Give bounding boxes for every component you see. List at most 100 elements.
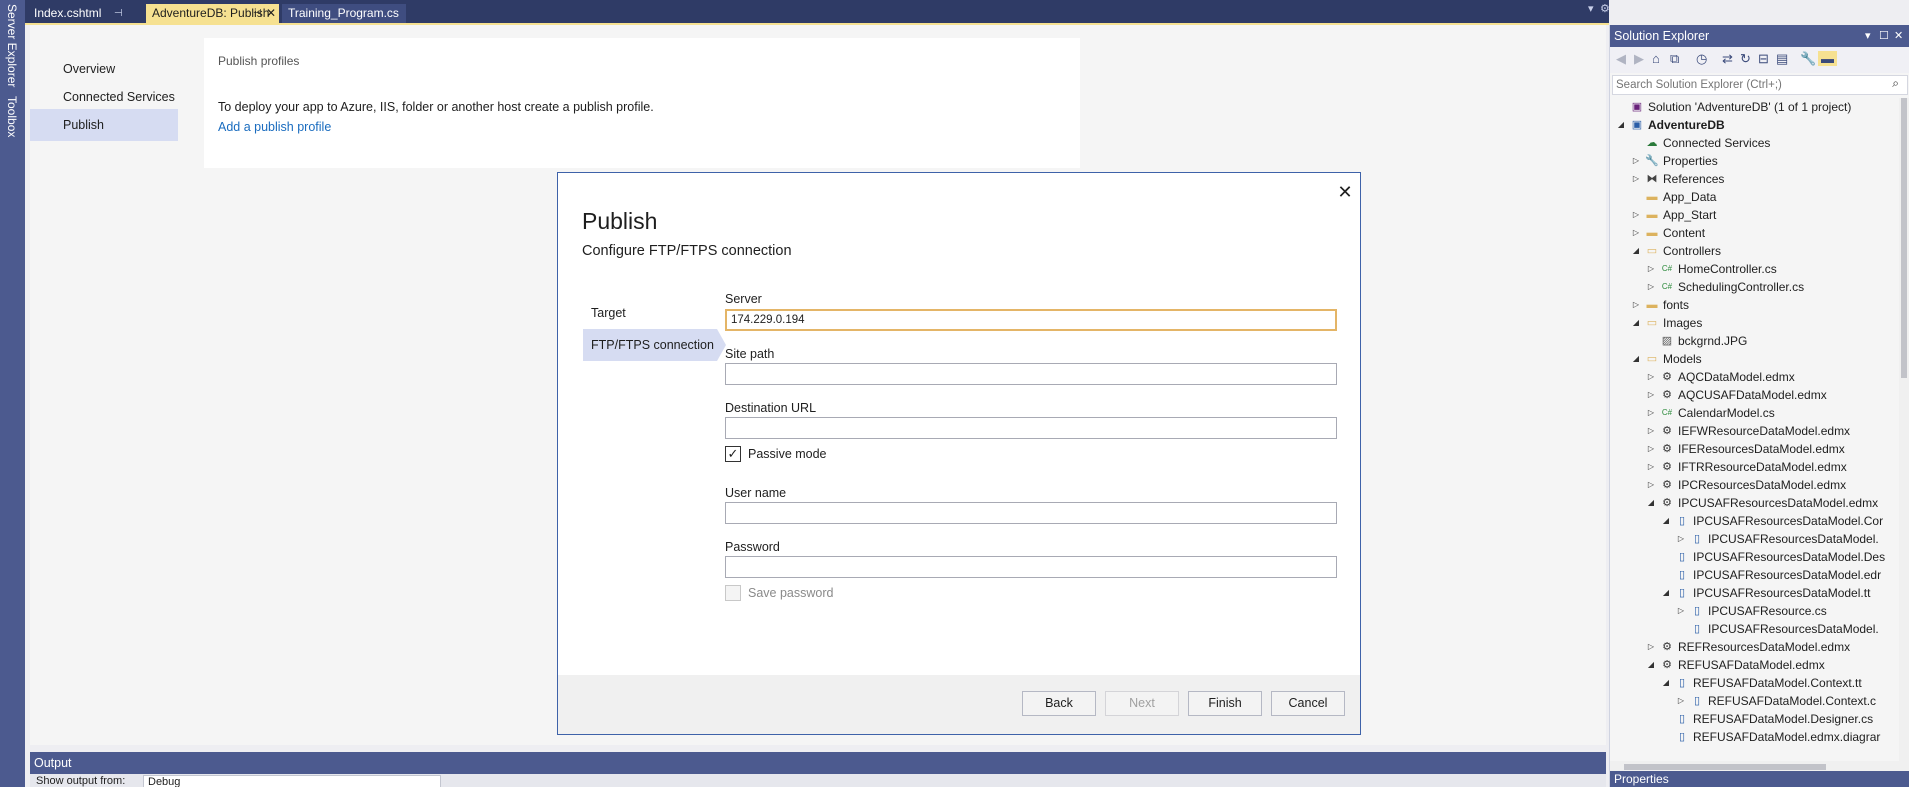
close-icon[interactable]: ✕ [266,4,276,23]
tree-item[interactable]: ▯ REFUSAFDataModel.edmx.diagrar [1610,728,1900,746]
server-explorer-tab[interactable]: Server Explorer [5,4,19,87]
expand-arrow-icon[interactable]: ▷ [1646,458,1656,476]
expand-arrow-icon[interactable]: ▷ [1646,476,1656,494]
collapse-arrow-icon[interactable]: ◢ [1646,656,1656,674]
expand-arrow-icon[interactable]: ▷ [1631,170,1641,188]
tree-item[interactable]: ▬ App_Data [1610,188,1900,206]
expand-arrow-icon[interactable]: ▷ [1646,404,1656,422]
show-all-files-icon[interactable]: ▤ [1776,51,1788,67]
tree-item[interactable]: ◢ ▭ Models [1610,350,1900,368]
tree-item[interactable]: ☁ Connected Services [1610,134,1900,152]
expand-arrow-icon[interactable]: ▷ [1631,206,1641,224]
destination-url-input[interactable] [725,417,1337,439]
dropdown-icon[interactable]: ▾ [1865,25,1871,47]
collapse-arrow-icon[interactable]: ◢ [1616,116,1626,134]
search-icon[interactable]: ⌕ [1892,76,1899,91]
switch-views-icon[interactable]: ⧉ [1670,51,1679,67]
show-output-from-select[interactable]: Debug [143,775,441,787]
collapse-arrow-icon[interactable]: ◢ [1631,350,1641,368]
expand-arrow-icon[interactable]: ▷ [1646,440,1656,458]
expand-arrow-icon[interactable]: ▷ [1646,260,1656,278]
expand-arrow-icon[interactable]: ▷ [1631,296,1641,314]
collapse-arrow-icon[interactable]: ◢ [1661,584,1671,602]
tree-item[interactable]: ◢ ▯ IPCUSAFResourcesDataModel.Cor [1610,512,1900,530]
tree-item[interactable]: ▷ ▯ REFUSAFDataModel.Context.c [1610,692,1900,710]
next-button[interactable]: Next [1105,691,1179,716]
tree-item[interactable]: ▷ ▬ App_Start [1610,206,1900,224]
tree-item[interactable]: ▷ C# SchedulingController.cs [1610,278,1900,296]
tree-item[interactable]: ◢ ▣ AdventureDB [1610,116,1900,134]
expand-arrow-icon[interactable]: ▷ [1676,530,1686,548]
tree-item[interactable]: ▯ IPCUSAFResourcesDataModel. [1610,620,1900,638]
properties-icon[interactable]: 🔧 [1800,51,1816,67]
collapse-all-icon[interactable]: ⊟ [1758,51,1769,67]
tree-item[interactable]: ◢ ▯ REFUSAFDataModel.Context.tt [1610,674,1900,692]
collapse-arrow-icon[interactable]: ◢ [1661,512,1671,530]
tree-item[interactable]: ▷ ⧓ References [1610,170,1900,188]
tree-item[interactable]: ▷ ▯ IPCUSAFResourcesDataModel. [1610,530,1900,548]
tree-item[interactable]: ▷ ⚙ AQCDataModel.edmx [1610,368,1900,386]
back-icon[interactable]: ◀ [1616,51,1626,67]
preview-selected-icon[interactable]: ▬ [1818,51,1837,66]
passive-mode-checkbox[interactable]: ✓ [725,446,741,462]
home-icon[interactable]: ⌂ [1652,51,1660,66]
pin-icon[interactable]: ⊣ [114,4,123,23]
expand-arrow-icon[interactable]: ▷ [1646,638,1656,656]
expand-arrow-icon[interactable]: ▷ [1646,278,1656,296]
nav-publish[interactable]: Publish [30,109,178,141]
tree-item[interactable]: ▷ C# HomeController.cs [1610,260,1900,278]
step-target[interactable]: Target [583,297,717,329]
server-input[interactable] [725,309,1337,331]
solution-explorer-search-input[interactable] [1612,75,1908,95]
tree-item[interactable]: ▯ IPCUSAFResourcesDataModel.edr [1610,566,1900,584]
tree-item[interactable]: ▷ ▯ IPCUSAFResource.cs [1610,602,1900,620]
tree-item[interactable]: ▷ ⚙ IFEResourcesDataModel.edmx [1610,440,1900,458]
step-ftp-connection[interactable]: FTP/FTPS connection [583,329,717,361]
tree-item[interactable]: ▷ ▬ fonts [1610,296,1900,314]
tree-item[interactable]: ▯ IPCUSAFResourcesDataModel.Des [1610,548,1900,566]
expand-arrow-icon[interactable]: ▷ [1646,386,1656,404]
tree-item[interactable]: ▷ 🔧 Properties [1610,152,1900,170]
refresh-icon[interactable]: ↻ [1740,51,1751,67]
back-button[interactable]: Back [1022,691,1096,716]
vertical-scrollbar[interactable] [1899,98,1909,762]
user-name-input[interactable] [725,502,1337,524]
tab-training-program[interactable]: Training_Program.cs [282,4,406,23]
collapse-arrow-icon[interactable]: ◢ [1631,314,1641,332]
tree-item[interactable]: ◢ ▭ Controllers [1610,242,1900,260]
tree-item[interactable]: ◢ ⚙ IPCUSAFResourcesDataModel.edmx [1610,494,1900,512]
save-password-checkbox[interactable] [725,585,741,601]
expand-arrow-icon[interactable]: ▷ [1646,368,1656,386]
forward-icon[interactable]: ▶ [1634,51,1644,67]
cancel-button[interactable]: Cancel [1271,691,1345,716]
settings-icon[interactable]: ⚙ [1600,2,1610,15]
scroll-thumb[interactable] [1901,98,1907,378]
tree-item[interactable]: ◢ ⚙ REFUSAFDataModel.edmx [1610,656,1900,674]
expand-arrow-icon[interactable]: ▷ [1646,422,1656,440]
tree-item[interactable]: ▷ ⚙ IFTRResourceDataModel.edmx [1610,458,1900,476]
tab-dropdown-icon[interactable]: ▾ [1588,2,1594,15]
maximize-icon[interactable]: ☐ [1879,25,1889,47]
tree-item[interactable]: ▷ ⚙ IPCResourcesDataModel.edmx [1610,476,1900,494]
site-path-input[interactable] [725,363,1337,385]
expand-arrow-icon[interactable]: ▷ [1631,224,1641,242]
collapse-arrow-icon[interactable]: ◢ [1631,242,1641,260]
tree-item[interactable]: ▷ ⚙ AQCUSAFDataModel.edmx [1610,386,1900,404]
close-icon[interactable]: ✕ [1334,181,1356,203]
tab-adventuredb-publish[interactable]: AdventureDB: Publish ⊣ ✕ [146,4,279,23]
sync-icon[interactable]: ⇄ [1722,51,1733,67]
scroll-thumb[interactable] [1624,764,1826,770]
collapse-arrow-icon[interactable]: ◢ [1646,494,1656,512]
pin-icon[interactable]: ⊣ [253,4,262,23]
add-publish-profile-link[interactable]: Add a publish profile [218,120,331,134]
pending-changes-icon[interactable]: ◷ [1696,51,1707,67]
tree-item[interactable]: ▣ Solution 'AdventureDB' (1 of 1 project) [1610,98,1900,116]
tree-item[interactable]: ◢ ▯ IPCUSAFResourcesDataModel.tt [1610,584,1900,602]
tree-item[interactable]: ▷ ⚙ IEFWResourceDataModel.edmx [1610,422,1900,440]
toolbox-tab[interactable]: Toolbox [5,96,19,137]
tree-item[interactable]: ▯ REFUSAFDataModel.Designer.cs [1610,710,1900,728]
expand-arrow-icon[interactable]: ▷ [1676,692,1686,710]
password-input[interactable] [725,556,1337,578]
tab-index-cshtml[interactable]: Index.cshtml ⊣ [28,4,126,23]
expand-arrow-icon[interactable]: ▷ [1676,602,1686,620]
